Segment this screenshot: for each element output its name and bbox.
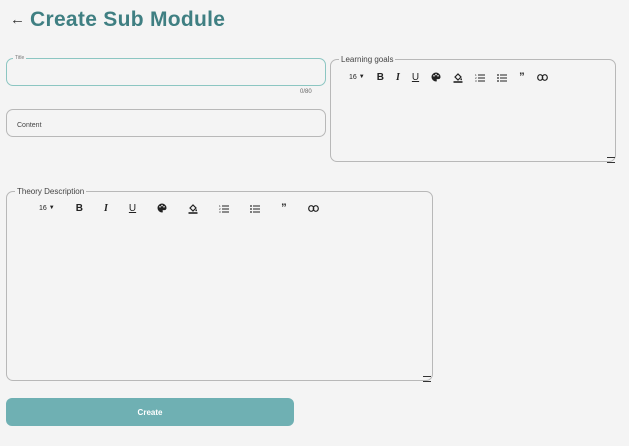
underline-button[interactable]: U — [129, 201, 136, 215]
fill-color-icon[interactable] — [188, 201, 198, 215]
palette-icon[interactable] — [431, 70, 441, 84]
font-size-select[interactable]: 16 ▼ — [349, 70, 365, 84]
theory-description-label: Theory Description — [15, 186, 87, 197]
svg-text:3: 3 — [219, 210, 221, 213]
link-icon[interactable] — [536, 70, 548, 84]
palette-icon[interactable] — [157, 201, 167, 215]
title-field-label: Title — [13, 55, 27, 62]
learning-goals-label: Learning goals — [339, 54, 396, 65]
caret-down-icon: ▼ — [48, 205, 55, 211]
back-arrow-icon[interactable]: ← — [10, 10, 25, 30]
title-field[interactable]: Title — [6, 55, 326, 86]
underline-button[interactable]: U — [412, 70, 419, 84]
page-title: Create Sub Module — [30, 8, 226, 31]
quote-icon[interactable]: ” — [519, 70, 525, 84]
ordered-list-icon[interactable]: 123 — [475, 70, 486, 84]
bullet-list-icon[interactable] — [497, 70, 508, 84]
italic-button[interactable]: I — [396, 70, 400, 84]
learning-goals-resize-handle-icon[interactable] — [607, 157, 615, 163]
content-field[interactable] — [6, 109, 326, 137]
theory-description-toolbar: 16 ▼ B I U 123 ” — [39, 201, 340, 215]
bold-button[interactable]: B — [377, 70, 384, 84]
font-size-select[interactable]: 16 ▼ — [39, 201, 55, 215]
svg-text:3: 3 — [475, 79, 477, 82]
font-size-value: 16 — [349, 73, 357, 81]
theory-description-editor[interactable]: Theory Description 16 ▼ B I U 123 ” — [6, 186, 433, 381]
fill-color-icon[interactable] — [453, 70, 463, 84]
quote-icon[interactable]: ” — [281, 201, 287, 215]
create-button[interactable]: Create — [6, 398, 294, 426]
bold-button[interactable]: B — [76, 201, 83, 215]
caret-down-icon: ▼ — [358, 74, 365, 80]
bullet-list-icon[interactable] — [250, 201, 261, 215]
ordered-list-icon[interactable]: 123 — [219, 201, 230, 215]
title-input[interactable] — [15, 66, 319, 82]
content-input[interactable] — [15, 117, 319, 133]
learning-goals-toolbar: 16 ▼ B I U 123 ” — [349, 70, 560, 84]
theory-description-resize-handle-icon[interactable] — [423, 376, 431, 382]
learning-goals-editor[interactable]: Learning goals 16 ▼ B I U 123 ” — [330, 54, 616, 162]
link-icon[interactable] — [307, 201, 319, 215]
title-char-counter: 0/80 — [300, 89, 312, 95]
font-size-value: 16 — [39, 204, 47, 212]
italic-button[interactable]: I — [104, 201, 108, 215]
